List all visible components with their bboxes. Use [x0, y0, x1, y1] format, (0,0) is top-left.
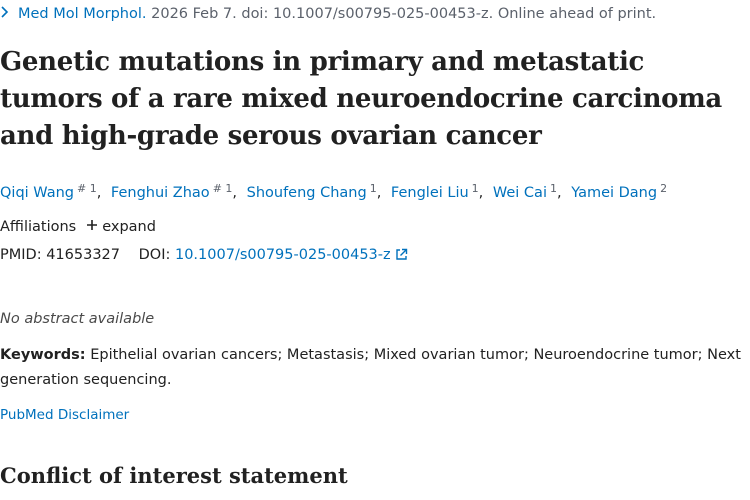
no-abstract-note: No abstract available: [0, 311, 155, 327]
affiliations-label: Affiliations: [0, 219, 77, 235]
expand-button[interactable]: expand: [102, 219, 156, 235]
author-separator: ,: [556, 185, 562, 201]
external-link-icon[interactable]: [395, 246, 408, 268]
author-link[interactable]: Fenghui Zhao: [111, 185, 210, 201]
author-affiliation-ref[interactable]: 1: [370, 182, 377, 195]
doi-label: DOI:: [138, 247, 171, 263]
author-separator: ,: [232, 185, 238, 201]
keywords-block: Keywords: Epithelial ovarian cancers; Me…: [0, 343, 745, 393]
author-affiliation-ref[interactable]: 1: [550, 182, 557, 195]
author-link[interactable]: Wei Cai: [493, 185, 547, 201]
author-link[interactable]: Fenglei Liu: [391, 185, 469, 201]
author-separator: ,: [478, 185, 484, 201]
chevron-right-icon[interactable]: [0, 4, 18, 24]
conflict-of-interest-heading: Conflict of interest statement: [0, 463, 348, 488]
author-affiliation-ref[interactable]: # 1: [213, 182, 233, 195]
article-identifiers: PMID: 41653327 DOI: 10.1007/s00795-025-0…: [0, 244, 408, 268]
doi-link[interactable]: 10.1007/s00795-025-00453-z: [175, 247, 391, 263]
article-title: Genetic mutations in primary and metasta…: [0, 47, 722, 151]
citation-line: Med Mol Morphol. 2026 Feb 7. doi: 10.100…: [0, 4, 656, 24]
author-link[interactable]: Qiqi Wang: [0, 185, 74, 201]
pmid-value: 41653327: [46, 247, 121, 263]
author-affiliation-ref[interactable]: 2: [660, 182, 667, 195]
pmid-label: PMID:: [0, 247, 42, 263]
author-affiliation-ref[interactable]: # 1: [77, 182, 97, 195]
citation-details: 2026 Feb 7. doi: 10.1007/s00795-025-0045…: [146, 6, 657, 22]
affiliations-toggle: Affiliations expand: [0, 216, 156, 238]
author-link[interactable]: Shoufeng Chang: [247, 185, 367, 201]
keywords-text: Epithelial ovarian cancers; Metastasis; …: [0, 347, 741, 388]
author-affiliation-ref[interactable]: 1: [472, 182, 479, 195]
authors-list: Qiqi Wang # 1, Fenghui Zhao # 1, Shoufeng …: [0, 178, 667, 204]
author-link[interactable]: Yamei Dang: [571, 185, 657, 201]
author-separator: ,: [96, 185, 102, 201]
author-separator: ,: [376, 185, 382, 201]
journal-link[interactable]: Med Mol Morphol.: [18, 6, 147, 22]
pubmed-disclaimer-link[interactable]: PubMed Disclaimer: [0, 405, 129, 425]
plus-icon[interactable]: [86, 216, 98, 238]
keywords-label: Keywords:: [0, 347, 86, 363]
